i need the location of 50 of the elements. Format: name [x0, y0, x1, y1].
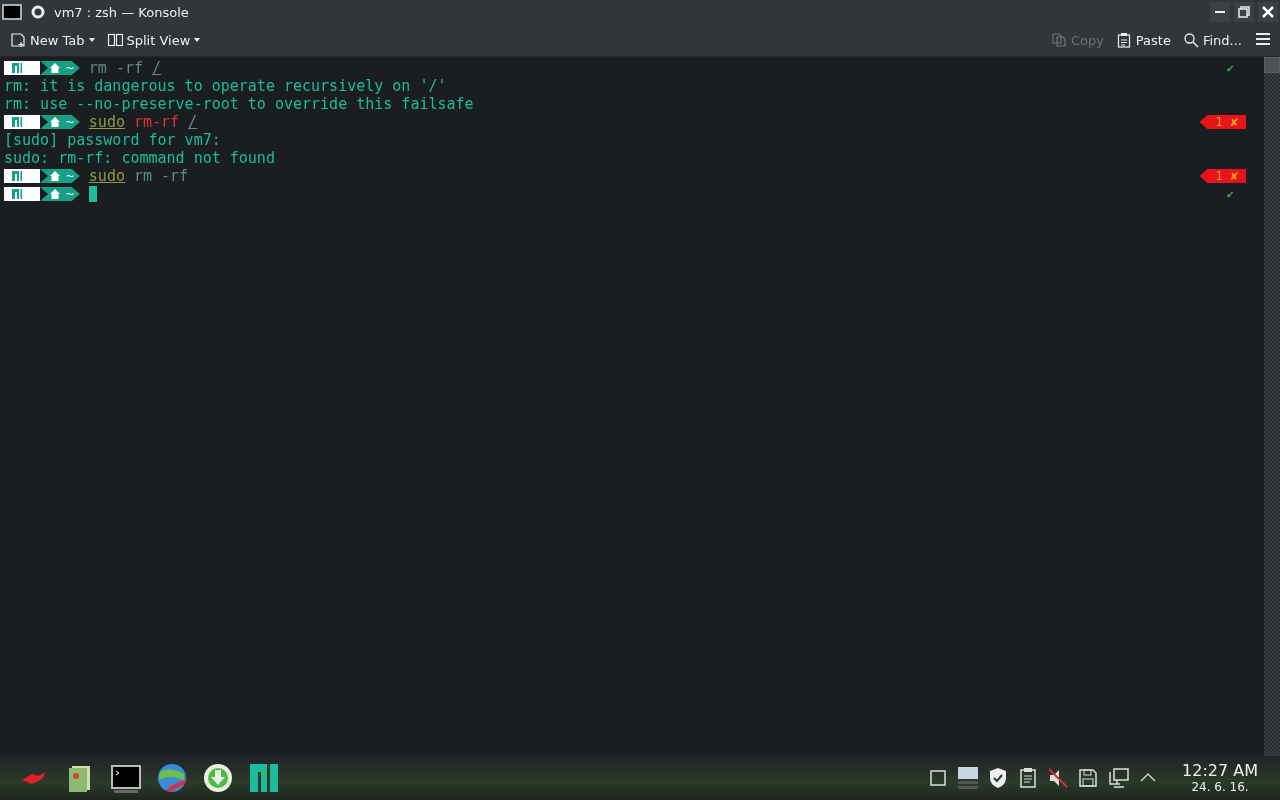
toolbar-button[interactable]: New Tab — [6, 29, 99, 51]
globe-icon[interactable] — [156, 762, 188, 794]
toolbar-button[interactable]: Find... — [1178, 29, 1246, 51]
output-text: sudo: rm-rf: command not found — [4, 149, 275, 167]
output-text: rm: use --no-preserve-root to override this failsafe — [4, 95, 474, 113]
directory-text: ~ — [66, 115, 74, 129]
command-text: rm -rf — [88, 59, 143, 77]
minimize-icon — [1215, 11, 1225, 13]
window-title: vm7 : zsh — Konsole — [54, 4, 190, 20]
directory-text: ~ — [66, 169, 74, 183]
restore-icon — [1236, 4, 1252, 20]
exit-code-text: 1 — [1215, 169, 1223, 183]
home-icon — [50, 63, 60, 73]
close-button[interactable] — [1258, 2, 1278, 22]
directory-text: ~ — [66, 187, 74, 201]
new-tab-icon — [10, 32, 26, 48]
clock-date[interactable]: 24. 6. 16. — [1191, 780, 1249, 794]
success-mark: ✔ — [1226, 186, 1234, 203]
success-mark: ✔ — [1226, 60, 1234, 77]
error-mark: ✘ — [1230, 169, 1238, 183]
command-text: sudo — [88, 113, 125, 131]
path-text: / — [188, 113, 198, 131]
output-text: rm: it is dangerous to operate recursively on '/' — [4, 77, 447, 95]
download-icon[interactable] — [202, 762, 234, 794]
network-icon[interactable] — [1106, 766, 1131, 790]
home-icon — [50, 117, 60, 127]
monitor-icon[interactable] — [956, 766, 981, 790]
maximize-button[interactable] — [1234, 2, 1254, 22]
terminal-icon[interactable] — [2, 3, 22, 21]
toolbar-button[interactable]: Paste — [1111, 29, 1175, 51]
clipboard-icon — [1115, 32, 1132, 48]
pin-icon[interactable] — [30, 4, 46, 20]
command-text: rm -rf — [133, 167, 189, 185]
manjaro-logo-icon[interactable] — [248, 762, 280, 794]
split-view-icon — [106, 32, 123, 48]
invalid-command-text: rm-rf — [133, 113, 180, 131]
terminal-icon[interactable] — [110, 762, 142, 794]
toolbar-button[interactable]: Split View — [102, 29, 205, 51]
path-text: / — [152, 59, 162, 77]
command-text: sudo — [88, 167, 125, 185]
exit-code-text: 1 — [1215, 115, 1223, 129]
directory-text: ~ — [66, 61, 74, 75]
output-text: [sudo] password for vm7: — [4, 131, 221, 149]
clock-time[interactable]: 12:27 AM — [1182, 762, 1258, 780]
copy-icon — [1050, 32, 1067, 48]
error-mark: ✘ — [1230, 115, 1238, 129]
minimize-button[interactable] — [1210, 2, 1230, 22]
search-icon — [1182, 32, 1199, 48]
close-icon — [1260, 4, 1276, 20]
menu-icon — [1255, 31, 1271, 46]
